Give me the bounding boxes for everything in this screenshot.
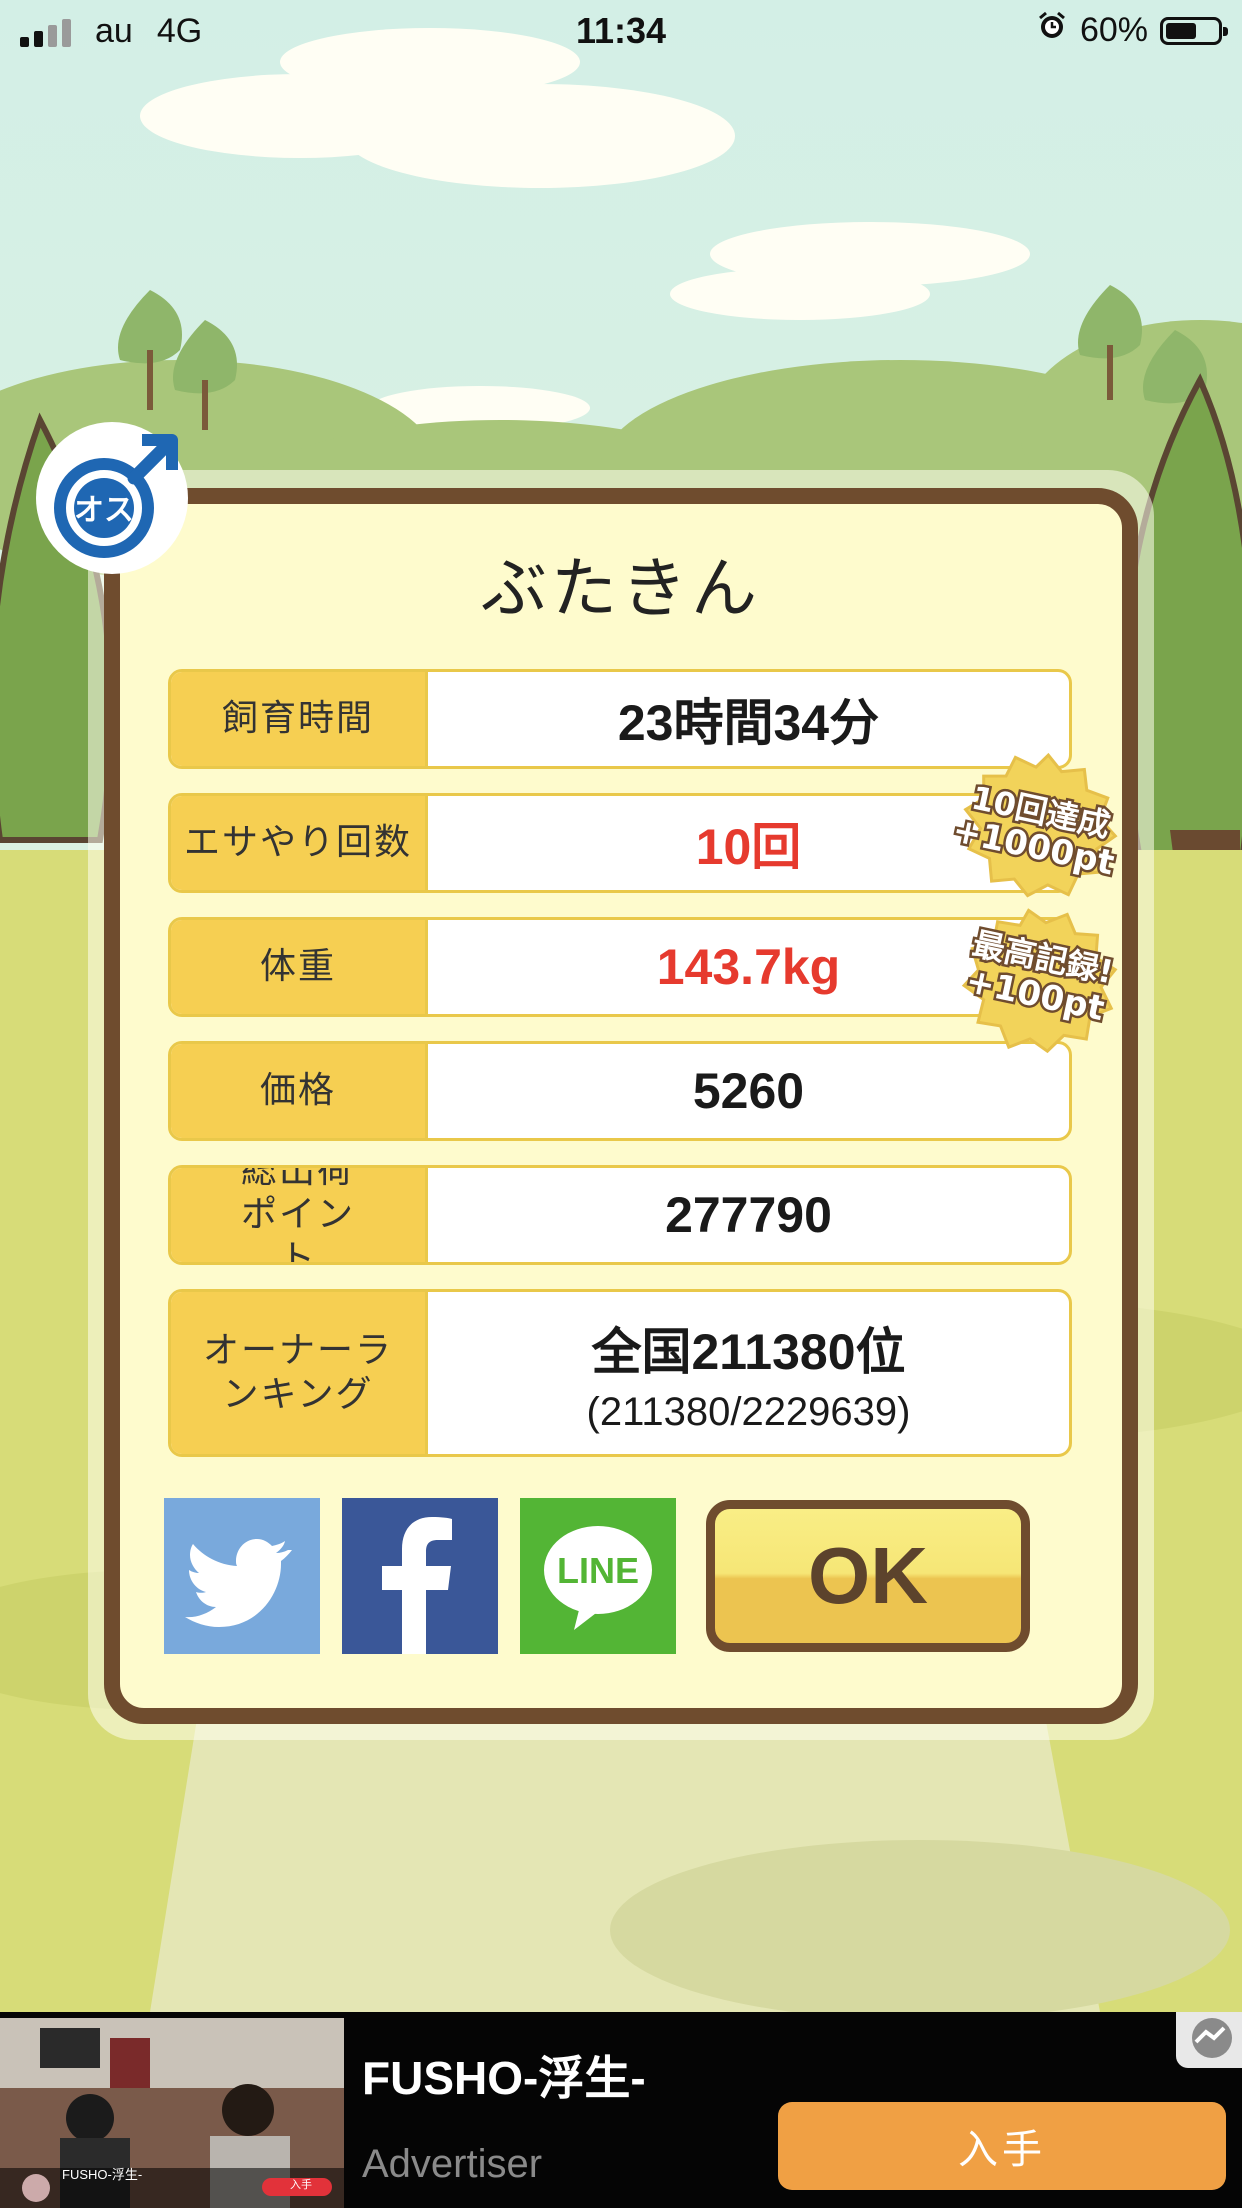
adchoices-icon[interactable] — [1176, 2012, 1242, 2068]
row-label: エサやり回数 — [171, 796, 428, 890]
ok-button[interactable]: OK — [706, 1500, 1030, 1652]
row-weight: 体重 143.7kg — [168, 917, 1072, 1017]
record-badge: 最高記録! +100pt — [960, 908, 1119, 1054]
row-label: 体重 — [171, 920, 428, 1014]
row-label: オーナーランキング — [171, 1292, 428, 1454]
ad-advertiser: Advertiser — [362, 2142, 543, 2186]
ranking-detail: (211380/2229639) — [586, 1389, 911, 1434]
alarm-icon — [1036, 10, 1068, 51]
facebook-share-button[interactable] — [342, 1498, 498, 1654]
ok-label: OK — [808, 1531, 928, 1620]
ad-thumbnail[interactable]: FUSHO-浮生- 入手 — [0, 2018, 344, 2208]
twitter-icon — [185, 1539, 292, 1627]
row-breeding-time: 飼育時間 23時間34分 — [168, 669, 1072, 769]
row-price: 価格 5260 — [168, 1041, 1072, 1141]
achievement-badge: 10回達成 +1000pt — [947, 752, 1120, 898]
ad-thumb-caption: FUSHO-浮生- — [62, 2167, 143, 2182]
line-share-button[interactable]: LINE — [520, 1498, 676, 1654]
row-total-points: 総出荷ポイント 277790 — [168, 1165, 1072, 1265]
line-label: LINE — [557, 1550, 639, 1591]
row-label-text: 総出荷ポイント — [240, 1165, 355, 1265]
row-feed-count: エサやり回数 10回 — [168, 793, 1072, 893]
ad-thumb-cta: 入手 — [290, 2178, 312, 2191]
row-value: 277790 — [665, 1187, 832, 1243]
row-value: 5260 — [692, 1063, 805, 1119]
ranking-value: 全国211380位 — [591, 1323, 906, 1380]
row-owner-ranking: オーナーランキング 全国211380位 (211380/2229639) — [168, 1289, 1072, 1457]
facebook-icon — [382, 1517, 452, 1654]
row-label: 飼育時間 — [171, 672, 428, 766]
status-bar: au 4G 11:34 60% — [0, 0, 1242, 62]
twitter-share-button[interactable] — [164, 1498, 320, 1654]
row-label: 価格 — [171, 1044, 428, 1138]
pet-name: ぶたきん — [481, 550, 761, 627]
row-label: 総出荷ポイント — [171, 1168, 428, 1262]
gender-label: オス — [74, 493, 134, 528]
row-value: 全国211380位 (211380/2229639) — [428, 1292, 1069, 1454]
ad-banner[interactable]: FUSHO-浮生- 入手 FUSHO-浮生- Advertiser 入手 — [0, 2012, 1242, 2208]
ad-title[interactable]: FUSHO-浮生- — [362, 2042, 646, 2108]
battery-icon — [1160, 16, 1228, 45]
row-label-text: オーナーランキング — [202, 1330, 393, 1415]
battery-percent: 60% — [1079, 11, 1148, 49]
line-icon: LINE — [544, 1526, 652, 1630]
ad-get-button[interactable]: 入手 — [778, 2102, 1226, 2190]
